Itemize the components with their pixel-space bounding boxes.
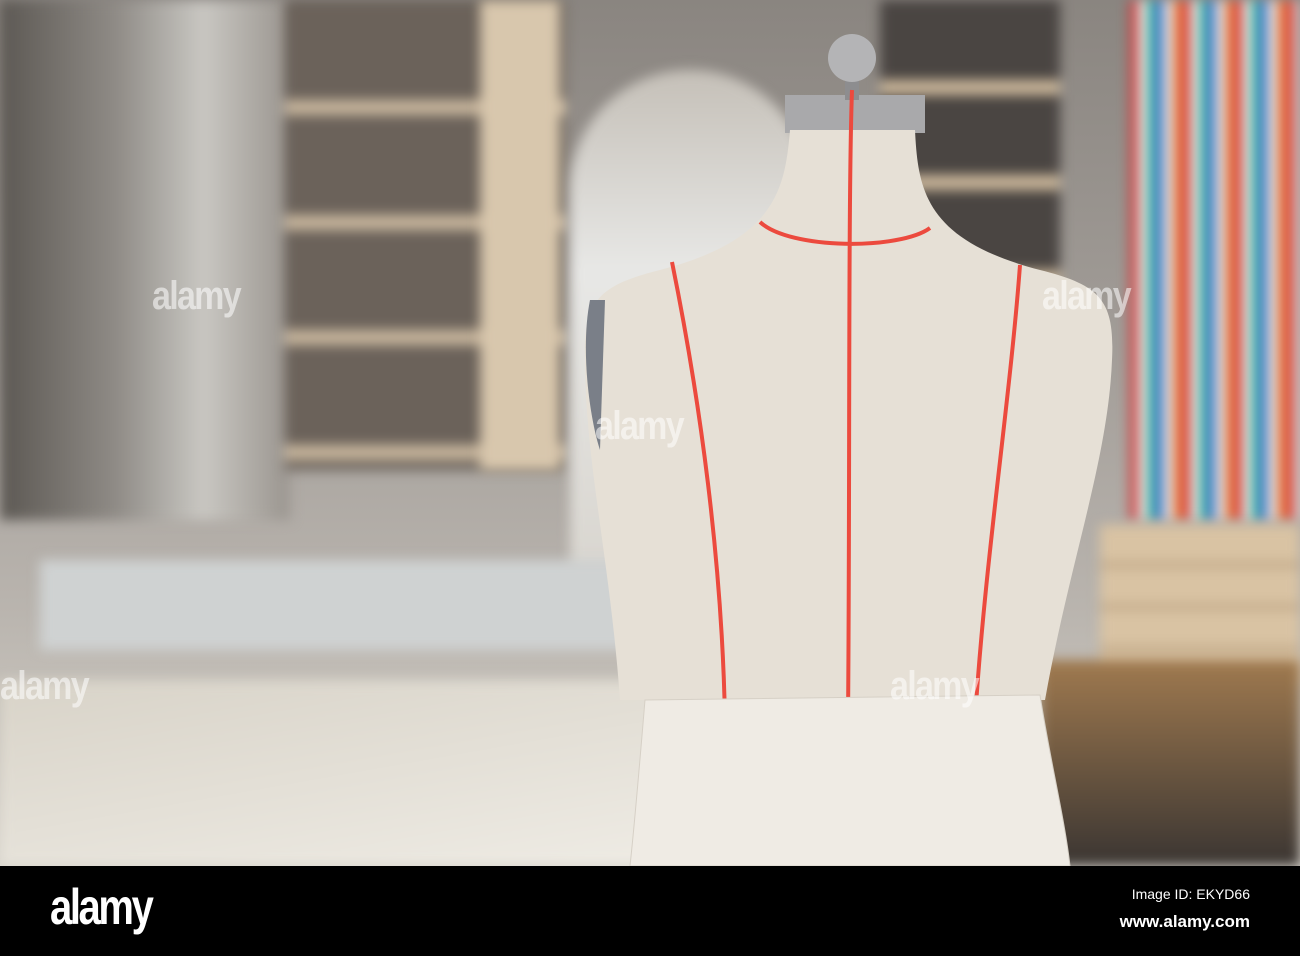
dress-form-cap bbox=[785, 95, 925, 133]
watermark: alamy bbox=[595, 404, 685, 448]
alamy-logo: alamy bbox=[50, 879, 154, 935]
watermark: alamy bbox=[890, 664, 980, 708]
site-url: www.alamy.com bbox=[1119, 912, 1250, 931]
photo-sewing-studio-mannequin: alamy alamy alamy alamy alamy bbox=[0, 0, 1300, 866]
watermark: alamy bbox=[0, 664, 90, 708]
dress-form-knob bbox=[828, 34, 876, 82]
image-id: Image ID: EKYD66 bbox=[1131, 886, 1250, 902]
watermark: alamy bbox=[152, 274, 242, 318]
footer-bar: alamy Image ID: EKYD66 www.alamy.com bbox=[0, 866, 1300, 956]
fabric-skirt bbox=[629, 694, 1071, 866]
watermark: alamy bbox=[1042, 274, 1132, 318]
